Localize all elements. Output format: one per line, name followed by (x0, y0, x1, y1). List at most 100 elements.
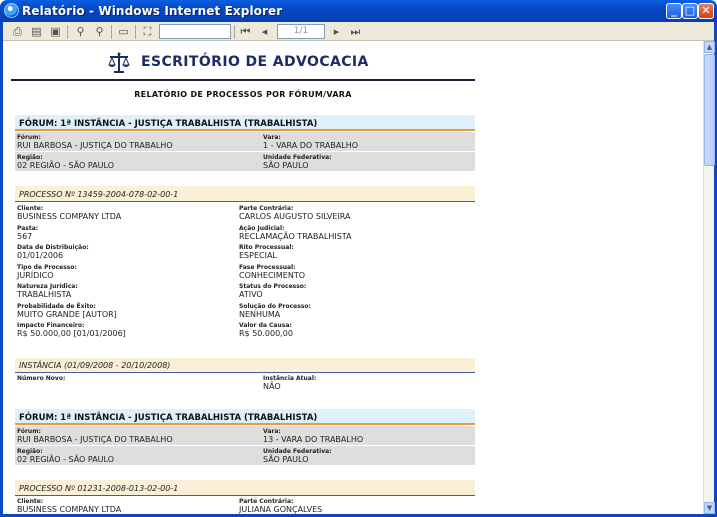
toolbar-separator (67, 25, 68, 39)
field-label: Pasta: (17, 225, 39, 232)
field-label: Parte Contrária: (239, 498, 294, 505)
uf-cell: Unidade Federativa: SÃO PAULO (263, 154, 332, 171)
process-field: Status do Processo: ATIVO (239, 283, 306, 300)
maximize-button[interactable]: □ (682, 3, 698, 19)
minimize-button[interactable]: _ (666, 3, 682, 19)
scroll-up-button[interactable]: ▲ (704, 41, 715, 53)
field-value: R$ 50.000,00 [01/01/2006] (17, 329, 126, 338)
process-field: Rito Processual: ESPECIAL (239, 244, 294, 261)
forum-cell: Fórum: RUI BARBOSA - JUSTIÇA DO TRABALHO (17, 428, 173, 445)
next-page-icon[interactable]: ▸ (330, 25, 343, 38)
field-label: Natureza Jurídica: (17, 283, 78, 290)
instancia-atual-field: Instância Atual: NÃO (263, 375, 316, 392)
field-value: 567 (17, 232, 33, 241)
vara-value: 13 - VARA DO TRABALHO (263, 435, 364, 444)
search-input[interactable] (159, 24, 231, 39)
forum-row: Fórum: RUI BARBOSA - JUSTIÇA DO TRABALHO… (15, 426, 475, 445)
numero-novo-label: Número Novo: (17, 375, 66, 382)
forum-value: RUI BARBOSA - JUSTIÇA DO TRABALHO (17, 435, 173, 444)
field-label: Valor da Causa: (239, 322, 292, 329)
field-label: Probabilidade de Êxito: (17, 303, 96, 310)
process-field: Parte Contrária: JULIANA GONÇALVES (239, 498, 322, 514)
uf-label: Unidade Federativa: (263, 154, 332, 161)
uf-value: SÃO PAULO (263, 161, 309, 170)
vara-label: Vara: (263, 428, 281, 435)
page-indicator[interactable]: 1/1 (277, 24, 325, 39)
regiao-value: 02 REGIÃO - SÃO PAULO (17, 455, 115, 464)
title-bar: Relatório - Windows Internet Explorer _ … (0, 0, 717, 22)
field-label: Tipo de Processo: (17, 264, 77, 271)
instancia-atual-label: Instância Atual: (263, 375, 317, 382)
field-value: CONHECIMENTO (239, 271, 306, 280)
header-rule (11, 79, 475, 81)
forum-cell: Fórum: RUI BARBOSA - JUSTIÇA DO TRABALHO (17, 134, 173, 151)
regiao-row: Região: 02 REGIÃO - SÃO PAULO Unidade Fe… (15, 446, 475, 465)
forum-heading: FÓRUM: 1ª INSTÂNCIA - JUSTIÇA TRABALHIST… (15, 115, 475, 131)
toolbar-separator (135, 25, 136, 39)
process-field: Cliente: BUSINESS COMPANY LTDA (17, 498, 121, 514)
field-label: Rito Processual: (239, 244, 294, 251)
field-value: BUSINESS COMPANY LTDA (17, 212, 122, 221)
field-label: Parte Contrária: (239, 205, 294, 212)
numero-novo-field: Número Novo: (17, 375, 65, 382)
print-icon[interactable]: ⎙ (11, 25, 24, 38)
vara-label: Vara: (263, 134, 281, 141)
forum-row: Fórum: RUI BARBOSA - JUSTIÇA DO TRABALHO… (15, 132, 475, 151)
process-field: Cliente: BUSINESS COMPANY LTDA (17, 205, 121, 222)
process-heading: PROCESSO Nº 01231-2008-013-02-00-1 (15, 480, 475, 496)
process-field: Probabilidade de Êxito: MUITO GRANDE [AU… (17, 303, 117, 320)
firm-name: ESCRITÓRIO DE ADVOCACIA (141, 54, 369, 70)
field-value: ATIVO (239, 290, 263, 299)
regiao-cell: Região: 02 REGIÃO - SÃO PAULO (17, 154, 114, 171)
field-label: Solução do Processo: (239, 303, 311, 310)
process-field: Valor da Causa: R$ 50.000,00 (239, 322, 293, 339)
folder-icon[interactable]: ▭ (117, 25, 130, 38)
close-button[interactable]: ✕ (698, 3, 714, 19)
prev-page-icon[interactable]: ◂ (258, 25, 271, 38)
field-label: Cliente: (17, 205, 44, 212)
field-value: JURÍDICO (17, 271, 54, 280)
last-page-icon[interactable]: ⏭ (349, 25, 362, 38)
field-label: Ação Judicial: (239, 225, 285, 232)
first-page-icon[interactable]: ⏮ (239, 25, 252, 38)
vara-value: 1 - VARA DO TRABALHO (263, 141, 359, 150)
process-field: Pasta: 567 (17, 225, 38, 242)
toolbar-separator (234, 25, 235, 39)
process-field: Ação Judicial: RECLAMAÇÃO TRABALHISTA (239, 225, 352, 242)
uf-cell: Unidade Federativa: SÃO PAULO (263, 448, 332, 465)
process-field: Fase Processual: CONHECIMENTO (239, 264, 305, 281)
regiao-label: Região: (17, 154, 43, 161)
report-viewport[interactable]: ESCRITÓRIO DE ADVOCACIA RELATÓRIO DE PRO… (3, 41, 703, 514)
vertical-scrollbar[interactable]: ▲ ▼ (703, 41, 715, 514)
field-value: CARLOS AUGUSTO SILVEIRA (239, 212, 351, 221)
forum-label: Fórum: (17, 428, 41, 435)
process-field: Solução do Processo: NENHUMA (239, 303, 311, 320)
regiao-cell: Região: 02 REGIÃO - SÃO PAULO (17, 448, 114, 465)
find-icon[interactable]: ⛶ (141, 25, 154, 38)
field-value: TRABALHISTA (17, 290, 72, 299)
scroll-down-button[interactable]: ▼ (704, 502, 715, 514)
field-value: R$ 50.000,00 (239, 329, 293, 338)
regiao-row: Região: 02 REGIÃO - SÃO PAULO Unidade Fe… (15, 152, 475, 171)
zoom-out-icon[interactable]: ⚲ (93, 25, 106, 38)
field-label: Fase Processual: (239, 264, 296, 271)
process-field: Natureza Jurídica: TRABALHISTA (17, 283, 78, 300)
window-title: Relatório - Windows Internet Explorer (22, 4, 283, 18)
instancia-atual-value: NÃO (263, 382, 281, 391)
report-title: RELATÓRIO DE PROCESSOS POR FÓRUM/VARA (134, 90, 352, 99)
uf-label: Unidade Federativa: (263, 448, 332, 455)
field-value: BUSINESS COMPANY LTDA (17, 505, 122, 514)
uf-value: SÃO PAULO (263, 455, 309, 464)
toolbar-separator (111, 25, 112, 39)
scroll-thumb[interactable] (704, 54, 715, 166)
field-label: Cliente: (17, 498, 44, 505)
save-icon[interactable]: ▣ (49, 25, 62, 38)
process-field: Parte Contrária: CARLOS AUGUSTO SILVEIRA (239, 205, 351, 222)
process-field: Data de Distribuição: 01/01/2006 (17, 244, 89, 261)
export-icon[interactable]: ▤ (30, 25, 43, 38)
field-value: NENHUMA (239, 310, 281, 319)
instance-heading: INSTÂNCIA (01/09/2008 - 20/10/2008) (15, 358, 475, 373)
scale-of-justice-icon (108, 52, 130, 73)
zoom-in-icon[interactable]: ⚲ (74, 25, 87, 38)
vara-cell: Vara: 1 - VARA DO TRABALHO (263, 134, 358, 151)
